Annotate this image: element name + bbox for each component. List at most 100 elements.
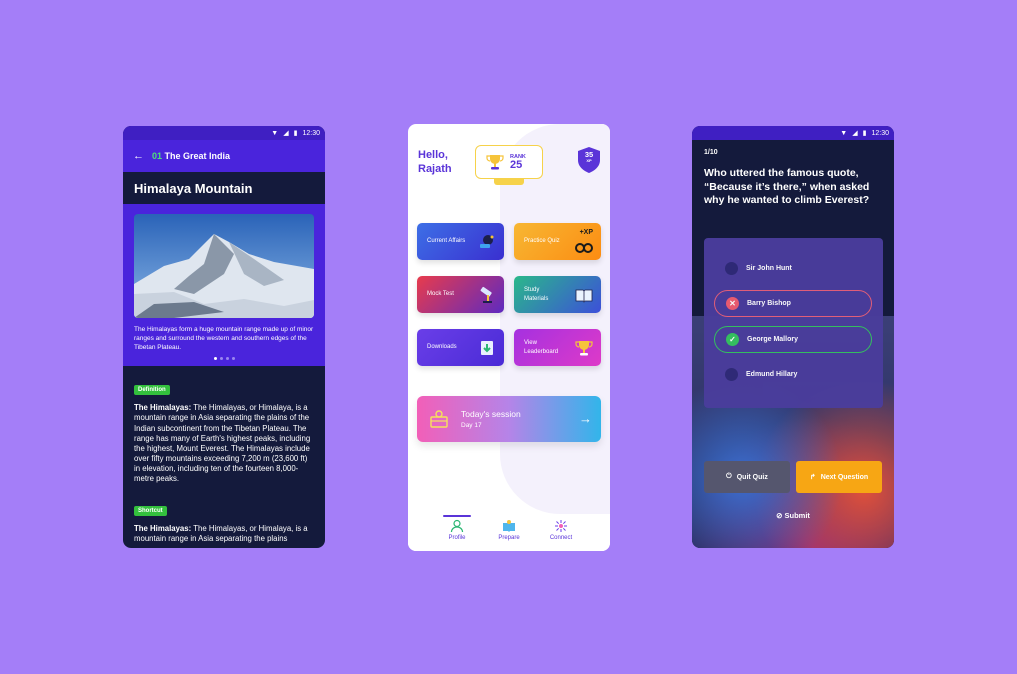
radio-icon bbox=[725, 262, 738, 275]
xp-plus-label: +XP bbox=[579, 229, 593, 236]
next-label: Next Question bbox=[820, 473, 869, 481]
tile-downloads[interactable]: Downloads bbox=[417, 329, 504, 366]
bottom-nav: Profile Prepare Connect bbox=[408, 515, 610, 551]
xp-label: XP bbox=[586, 157, 592, 163]
option-label: Sir John Hunt bbox=[746, 265, 792, 272]
option-sir-john-hunt[interactable]: Sir John Hunt bbox=[714, 255, 872, 282]
chapter-name: The Great India bbox=[164, 151, 231, 161]
definition-term: The Himalayas: bbox=[134, 403, 192, 413]
session-title: Today's session bbox=[461, 409, 521, 419]
submit-button[interactable]: ⊘ Submit bbox=[692, 511, 894, 520]
hero-caption: The Himalayas form a huge mountain range… bbox=[134, 326, 314, 351]
battery-icon: ▮ bbox=[862, 130, 867, 137]
shortcut-block: Shortcut The Himalayas: The Himalayas, o… bbox=[134, 499, 314, 544]
next-question-button[interactable]: ↱ Next Question bbox=[796, 461, 882, 493]
telescope-icon bbox=[480, 286, 492, 303]
rank-ribbon bbox=[494, 179, 524, 185]
nav-profile[interactable]: Profile bbox=[443, 515, 471, 551]
trophy-icon bbox=[575, 340, 593, 355]
question-text: Who uttered the famous quote, “Because i… bbox=[704, 167, 870, 207]
tile-label: Study Materials bbox=[524, 287, 549, 302]
option-label: George Mallory bbox=[747, 336, 798, 343]
shortcut-term: The Himalayas: bbox=[134, 524, 192, 534]
tile-label: Practice Quiz bbox=[524, 238, 560, 245]
tile-label: Current Affairs bbox=[427, 238, 466, 245]
nav-connect[interactable]: Connect bbox=[547, 515, 575, 551]
definition-block: Definition The Himalayas: The Himalayas,… bbox=[134, 378, 314, 484]
xp-badge: 35 XP bbox=[578, 151, 600, 163]
nav-label: Profile bbox=[448, 535, 466, 541]
profile-icon bbox=[450, 519, 464, 533]
status-bar: ▼ ◢ ▮ 12:30 bbox=[123, 126, 325, 140]
rank-value: 25 bbox=[510, 158, 523, 171]
status-time: 12:30 bbox=[871, 129, 889, 137]
status-time: 12:30 bbox=[302, 129, 320, 137]
definition-body: The Himalayas, or Himalaya, is a mountai… bbox=[134, 403, 311, 484]
tile-mock-test[interactable]: Mock Test bbox=[417, 276, 504, 313]
radio-icon bbox=[725, 368, 738, 381]
back-arrow-icon[interactable]: ← bbox=[133, 150, 144, 162]
shortcut-text: The Himalayas: The Himalayas, or Himalay… bbox=[134, 524, 314, 544]
mountain-image bbox=[134, 214, 314, 318]
phone-home-screen: Hello, Rajath RANK 25 35 XP Current Affa… bbox=[408, 124, 610, 551]
cross-icon: ✕ bbox=[726, 297, 739, 310]
chapter-number: 01 bbox=[152, 151, 163, 161]
carousel-dot[interactable] bbox=[225, 357, 229, 361]
greeting-line1: Hello, bbox=[418, 149, 448, 161]
nav-prepare[interactable]: Prepare bbox=[495, 515, 523, 551]
tile-study-materials[interactable]: Study Materials bbox=[514, 276, 601, 313]
todays-session-card[interactable]: Today's session Day 17 → bbox=[417, 396, 601, 442]
rank-badge[interactable]: RANK 25 bbox=[475, 145, 543, 179]
status-bar: ▼ ◢ ▮ 12:30 bbox=[692, 126, 894, 140]
definition-text: The Himalayas: The Himalayas, or Himalay… bbox=[134, 403, 314, 484]
phone-quiz-screen: ▼ ◢ ▮ 12:30 1/10 Who uttered the famous … bbox=[692, 126, 894, 548]
session-box-icon bbox=[430, 410, 448, 428]
submit-label: Submit bbox=[784, 511, 810, 520]
arrow-right-icon: → bbox=[579, 411, 592, 426]
option-edmund-hillary[interactable]: Edmund Hillary bbox=[714, 361, 872, 388]
quit-label: Quit Quiz bbox=[736, 473, 768, 481]
trophy-icon bbox=[486, 155, 504, 170]
options-card: Sir John Hunt ✕ Barry Bishop ✓ George Ma… bbox=[704, 238, 883, 408]
book-icon bbox=[575, 289, 593, 303]
check-icon: ✓ bbox=[726, 333, 739, 346]
check-circle-icon: ⊘ bbox=[776, 511, 783, 520]
wifi-icon: ▼ bbox=[840, 129, 848, 137]
greeting: Hello, Rajath bbox=[418, 149, 452, 177]
lesson-title: Himalaya Mountain bbox=[123, 172, 325, 204]
tile-label: Downloads bbox=[427, 344, 457, 351]
option-barry-bishop[interactable]: ✕ Barry Bishop bbox=[714, 290, 872, 317]
download-icon bbox=[481, 340, 493, 355]
tile-practice-quiz[interactable]: Practice Quiz +XP bbox=[514, 223, 601, 260]
carousel-dot[interactable] bbox=[219, 357, 223, 361]
satellite-dish-icon bbox=[480, 234, 494, 248]
tile-label: Mock Test bbox=[427, 291, 454, 298]
power-icon: ⏻ bbox=[726, 473, 732, 480]
nav-label: Prepare bbox=[498, 535, 520, 541]
option-label: Edmund Hillary bbox=[746, 371, 798, 378]
hero-carousel[interactable]: The Himalayas form a huge mountain range… bbox=[123, 204, 325, 367]
prepare-icon bbox=[503, 520, 515, 532]
wifi-icon: ▼ bbox=[271, 129, 279, 137]
tile-label: View Leaderboard bbox=[524, 340, 559, 355]
phone-lesson-screen: ▼ ◢ ▮ 12:30 ← 01 The Great India Himalay… bbox=[123, 126, 325, 548]
tile-current-affairs[interactable]: Current Affairs bbox=[417, 223, 504, 260]
battery-icon: ▮ bbox=[293, 130, 298, 137]
binoculars-icon bbox=[575, 242, 593, 253]
definition-tag: Definition bbox=[134, 385, 170, 396]
quit-quiz-button[interactable]: ⏻ Quit Quiz bbox=[704, 461, 790, 493]
signal-icon: ◢ bbox=[283, 130, 289, 137]
option-george-mallory[interactable]: ✓ George Mallory bbox=[714, 326, 872, 353]
signal-icon: ◢ bbox=[852, 130, 858, 137]
option-label: Barry Bishop bbox=[747, 300, 791, 307]
lesson-body: Definition The Himalayas: The Himalayas,… bbox=[123, 366, 325, 544]
session-day: Day 17 bbox=[461, 422, 482, 429]
tile-view-leaderboard[interactable]: View Leaderboard bbox=[514, 329, 601, 366]
forward-arrow-icon: ↱ bbox=[809, 474, 816, 481]
connect-icon bbox=[555, 520, 567, 532]
carousel-dots[interactable] bbox=[134, 357, 314, 361]
shortcut-tag: Shortcut bbox=[134, 506, 167, 517]
carousel-dot[interactable] bbox=[213, 357, 217, 361]
user-name: Rajath bbox=[418, 162, 452, 175]
carousel-dot[interactable] bbox=[231, 357, 235, 361]
